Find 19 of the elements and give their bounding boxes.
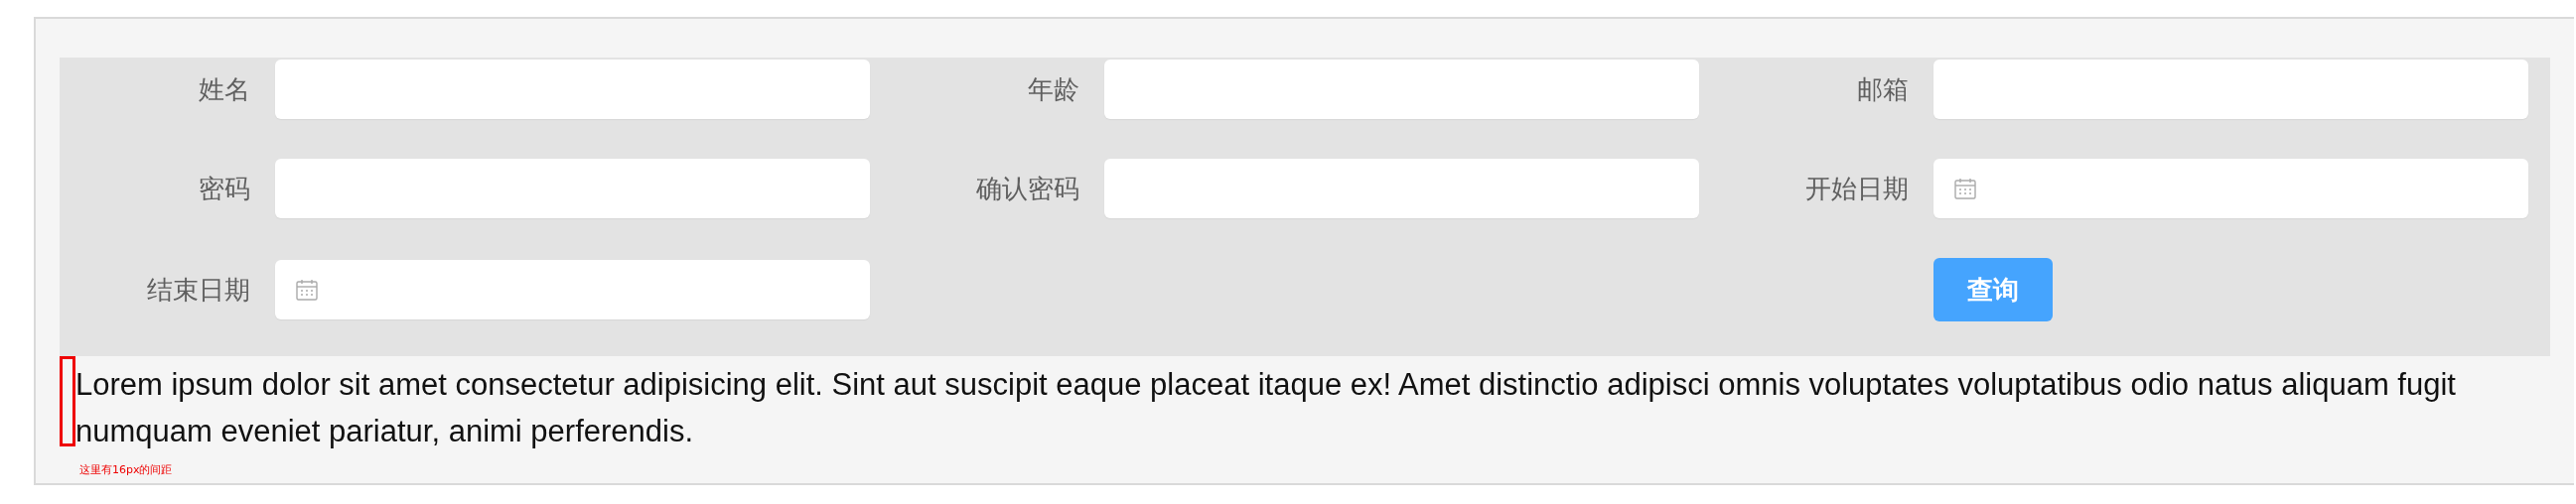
field-label: 邮箱 bbox=[1856, 72, 1909, 106]
spacing-note: 这里有16px的间距 bbox=[79, 462, 174, 477]
date-field[interactable] bbox=[1933, 159, 2528, 218]
field-label: 密码 bbox=[198, 172, 250, 205]
field-label: 姓名 bbox=[198, 72, 250, 106]
input-field[interactable] bbox=[275, 60, 870, 119]
field-label: 确认密码 bbox=[975, 172, 1079, 205]
search-button[interactable]: 查询 bbox=[1933, 258, 2053, 321]
input-field[interactable] bbox=[1104, 60, 1699, 119]
calendar-icon bbox=[295, 278, 319, 302]
input-field[interactable] bbox=[275, 159, 870, 218]
input-field[interactable] bbox=[1933, 60, 2528, 119]
date-field[interactable] bbox=[275, 260, 870, 319]
input-field[interactable] bbox=[1104, 159, 1699, 218]
calendar-icon bbox=[1953, 177, 1977, 200]
field-label: 年龄 bbox=[1027, 72, 1079, 106]
field-label: 结束日期 bbox=[146, 273, 250, 307]
lorem-paragraph: Lorem ipsum dolor sit amet consectetur adipisicing elit. Sint aut suscipit eaque placeat itaque ex! Amet distinctio adipisci omnis voluptates voluptatibus odio natus aliquam fugit numquam eveniet pariatur, animi perferendis. bbox=[75, 366, 2457, 450]
field-label: 开始日期 bbox=[1804, 172, 1909, 205]
